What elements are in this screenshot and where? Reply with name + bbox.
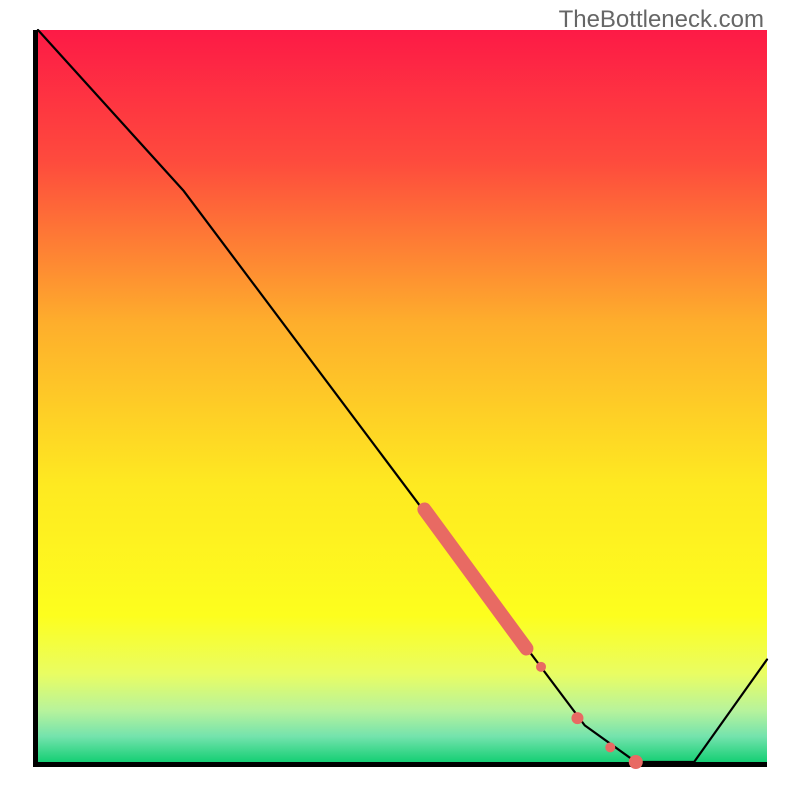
- bottleneck-chart: TheBottleneck.com: [0, 0, 800, 800]
- plot-area: [33, 30, 767, 767]
- bottleneck-curve: [38, 30, 767, 762]
